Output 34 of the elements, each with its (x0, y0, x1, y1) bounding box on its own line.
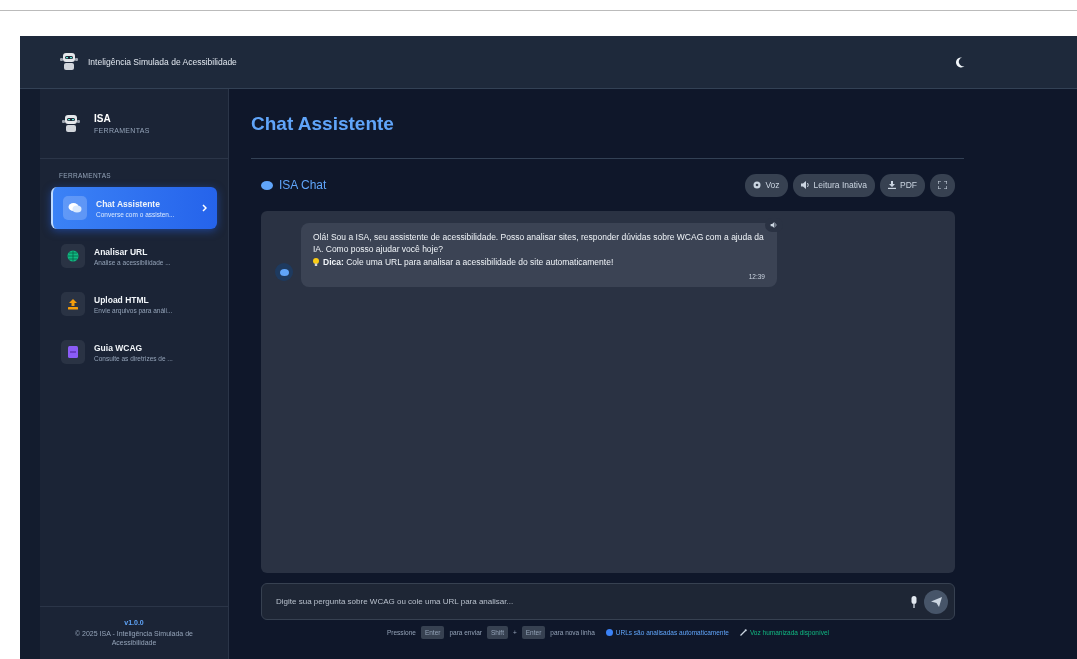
moon-icon[interactable] (955, 56, 965, 68)
robot-logo-icon (60, 52, 78, 72)
item-title: Analisar URL (94, 246, 149, 257)
message-input[interactable]: Digite sua pergunta sobre WCAG ou cole uma URL para analisar... (274, 596, 904, 607)
gear-icon (753, 181, 762, 189)
fullscreen-button[interactable] (930, 173, 955, 197)
reading-button[interactable]: Leitura Inativa (792, 173, 875, 197)
page-title: Chat Assistente (251, 112, 394, 135)
assistant-avatar (275, 263, 293, 282)
chevron-right-icon (202, 204, 207, 212)
tip-text: Dica: Cole uma URL para analisar a acessibilidade do site automaticamente! (323, 255, 614, 268)
microphone-icon[interactable] (910, 595, 918, 608)
wand-icon (739, 629, 747, 636)
chat-bubbles-icon (63, 196, 87, 220)
composer-bar[interactable]: Digite sua pergunta sobre WCAG ou cole uma URL para analisar... (261, 583, 955, 620)
upload-icon (61, 292, 85, 316)
send-button[interactable] (924, 589, 948, 614)
item-title: Upload HTML (94, 294, 150, 305)
book-icon (61, 340, 85, 364)
speaker-icon (800, 181, 810, 189)
paper-plane-icon (930, 596, 942, 607)
brand-name: ISA (94, 113, 112, 124)
item-title: Chat Assistente (96, 198, 161, 209)
lightbulb-icon (313, 257, 319, 266)
pdf-button[interactable]: PDF (880, 173, 925, 197)
download-icon (888, 181, 896, 189)
chat-title: ISA Chat (279, 178, 328, 192)
voice-button[interactable]: Voz (745, 173, 788, 197)
item-title: Guia WCAG (94, 342, 144, 353)
expand-icon (938, 181, 947, 189)
robot-logo-icon (62, 113, 80, 134)
message-text: Olá! Sou a ISA, seu assistente de acessibilidade. Posso analisar sites, responder dúvidas sobre WCAG com a ajuda da IA. Como posso ajudar você hoje? (313, 231, 765, 256)
app-title: Inteligência Simulada de Acessibilidade (88, 57, 238, 67)
speaker-icon (770, 222, 778, 228)
